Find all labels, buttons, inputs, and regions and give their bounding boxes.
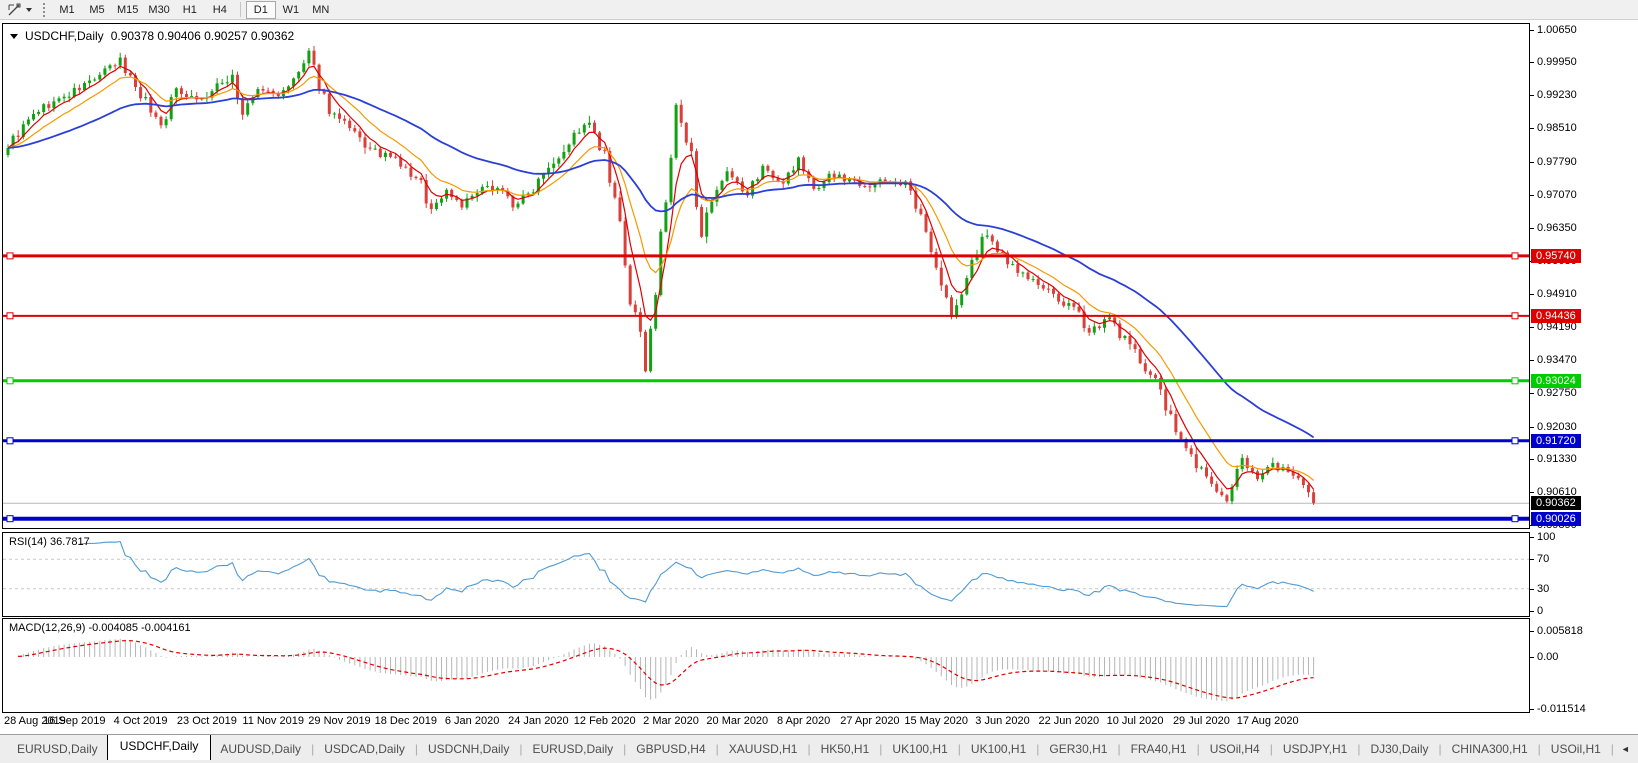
tab-usoil-h1[interactable]: USOil,H1 [1542,738,1610,760]
macd-tick-label: -0.011514 [1537,703,1586,716]
price-tick-label: 0.94190 [1537,321,1577,334]
date-label: 17 Aug 2020 [1228,715,1308,727]
tab-usoil-h4[interactable]: USOil,H4 [1201,738,1269,760]
price-tick-label: 0.99950 [1537,56,1577,69]
tab-xauusd-h1[interactable]: XAUUSD,H1 [720,738,807,760]
tab-audusd-daily[interactable]: AUDUSD,Daily [211,738,310,760]
price-tick-mark [1530,30,1534,31]
timeframe-button-m15[interactable]: M15 [112,1,143,19]
tab-eurusd-daily[interactable]: EURUSD,Daily [523,738,622,760]
macd-tick-mark [1530,631,1534,632]
price-tick-mark [1530,228,1534,229]
macd-pane: MACD(12,26,9) -0.004085 -0.004161 [2,618,1530,713]
tab-uk100-h1[interactable]: UK100,H1 [962,738,1035,760]
mt4-window: M1M5M15M30H1H4 D1W1MN USDCHF,Daily 0.9037… [0,0,1638,763]
price-tick-mark [1530,195,1534,196]
rsi-pane: RSI(14) 36.7817 [2,532,1530,617]
tab-usdcnh-daily[interactable]: USDCNH,Daily [419,738,518,760]
hline-price-label: 0.93024 [1531,374,1581,388]
rsi-tick-label: 100 [1537,531,1555,544]
timeframe-button-w1[interactable]: W1 [276,1,306,19]
toolbar-grip[interactable] [43,3,45,17]
price-tick-mark [1530,393,1534,394]
rsi-tick-mark [1530,537,1534,538]
price-tick-mark [1530,459,1534,460]
price-tick-mark [1530,294,1534,295]
rsi-canvas[interactable] [3,533,1529,616]
chart-tab-bar: EURUSD,DailyUSDCHF,DailyAUDUSD,Daily|USD… [0,734,1638,763]
price-tick-mark [1530,427,1534,428]
tab-dj30-daily[interactable]: DJ30,Daily [1361,738,1437,760]
tab-gbpusd-h4[interactable]: GBPUSD,H4 [627,738,714,760]
top-toolbar: M1M5M15M30H1H4 D1W1MN [0,0,1638,20]
crosshair-tool-icon [4,1,24,19]
tab-separator: | [1610,742,1615,756]
tab-usdcad-daily[interactable]: USDCAD,Daily [315,738,414,760]
price-tick-label: 0.91330 [1537,453,1577,466]
timeframe-button-m1[interactable]: M1 [52,1,82,19]
price-tick-label: 0.92750 [1537,387,1577,400]
tab-uk100-h1[interactable]: UK100,H1 [883,738,956,760]
macd-tick-label: 0.00 [1537,651,1558,664]
timeframe-toolbar: M1M5M15M30H1H4 D1W1MN [52,0,336,19]
rsi-tick-label: 30 [1537,583,1549,596]
price-tick-label: 0.98510 [1537,122,1577,135]
price-tick-label: 0.96350 [1537,222,1577,235]
hline-price-label: 0.90026 [1531,512,1581,526]
timeframe-button-d1[interactable]: D1 [246,1,276,19]
timeframe-button-m5[interactable]: M5 [82,1,112,19]
price-pane: USDCHF,Daily 0.90378 0.90406 0.90257 0.9… [2,23,1530,529]
current-price-label: 0.90362 [1531,496,1581,510]
price-tick-label: 0.99230 [1537,89,1577,102]
tab-china300-h1[interactable]: CHINA300,H1 [1443,738,1537,760]
hline-price-label: 0.94436 [1531,309,1581,323]
price-tick-mark [1530,162,1534,163]
rsi-tick-mark [1530,589,1534,590]
hline-price-label: 0.95740 [1531,249,1581,263]
line-tool-button[interactable] [0,0,36,19]
rsi-tick-label: 0 [1537,605,1543,618]
price-tick-label: 1.00650 [1537,24,1577,37]
timeframe-button-m30[interactable]: M30 [143,1,174,19]
rsi-tick-label: 70 [1537,553,1549,566]
price-tick-mark [1530,62,1534,63]
hline-price-label: 0.91720 [1531,434,1581,448]
price-tick-mark [1530,327,1534,328]
price-tick-mark [1530,95,1534,96]
price-tick-mark [1530,128,1534,129]
timeframe-button-h4[interactable]: H4 [205,1,235,19]
macd-canvas[interactable] [3,619,1529,712]
tab-scroll-arrows: ◄► [1621,744,1638,754]
price-chart-canvas[interactable] [3,24,1529,528]
price-tick-mark [1530,360,1534,361]
timeframe-button-mn[interactable]: MN [306,1,336,19]
price-tick-mark [1530,492,1534,493]
price-tick-label: 0.97070 [1537,189,1577,202]
tab-usdjpy-h1[interactable]: USDJPY,H1 [1274,738,1356,760]
timeframe-button-h1[interactable]: H1 [175,1,205,19]
rsi-tick-mark [1530,559,1534,560]
price-tick-label: 0.92030 [1537,421,1577,434]
tab-hk50-h1[interactable]: HK50,H1 [812,738,879,760]
macd-tick-mark [1530,709,1534,710]
macd-tick-label: 0.005818 [1537,625,1583,638]
tab-usdchf-daily[interactable]: USDCHF,Daily [107,734,212,760]
tab-ger30-h1[interactable]: GER30,H1 [1040,738,1116,760]
macd-tick-mark [1530,657,1534,658]
tab-scroll-left-icon[interactable]: ◄ [1621,744,1630,754]
tab-fra40-h1[interactable]: FRA40,H1 [1122,738,1196,760]
price-tick-label: 0.94910 [1537,288,1577,301]
tab-eurusd-daily[interactable]: EURUSD,Daily [8,738,107,760]
tool-dropdown-caret[interactable] [26,8,32,12]
price-tick-label: 0.93470 [1537,354,1577,367]
toolbar-separator [240,2,241,17]
price-tick-label: 0.97790 [1537,156,1577,169]
rsi-tick-mark [1530,611,1534,612]
